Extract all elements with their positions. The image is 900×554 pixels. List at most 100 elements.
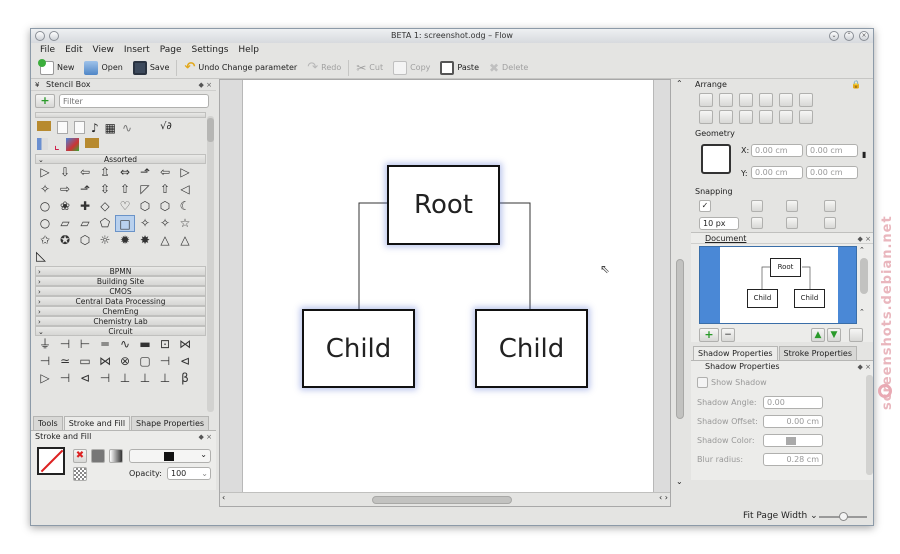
stencil-shape[interactable]: ▷ xyxy=(35,164,55,181)
circuit-shape[interactable]: ⊣ xyxy=(55,336,75,353)
save-button[interactable]: Save xyxy=(128,58,175,78)
snap-distance-field[interactable]: 10 px xyxy=(699,217,739,230)
align-right-button[interactable] xyxy=(739,93,753,107)
tab-stroke-properties[interactable]: Stroke Properties xyxy=(778,346,858,360)
circuit-shape[interactable]: ⊡ xyxy=(155,336,175,353)
pin-icon[interactable] xyxy=(49,31,59,41)
stencil-shape[interactable]: ⇔ xyxy=(115,164,135,181)
stencil-shape[interactable]: ✧ xyxy=(135,215,155,232)
window-menu-icon[interactable] xyxy=(35,31,45,41)
copy-button[interactable]: Copy xyxy=(388,58,435,78)
no-fill-button[interactable]: ✖ xyxy=(73,449,87,463)
align-top-button[interactable] xyxy=(699,110,713,124)
align-center-button[interactable] xyxy=(719,93,733,107)
dock-controls-icon[interactable]: ◆ × xyxy=(858,361,871,373)
circuit-shape[interactable]: ⊗ xyxy=(115,353,135,370)
stencil-shape[interactable]: ⇫ xyxy=(95,164,115,181)
shadow-angle-field[interactable]: 0.00 xyxy=(763,396,823,409)
stroke-fill-swatch[interactable] xyxy=(37,447,65,475)
solid-fill-button[interactable] xyxy=(91,449,105,463)
canvas-area[interactable]: Root Child Child ⇖ ‹ ‹ › xyxy=(219,79,671,507)
zoom-slider[interactable] xyxy=(819,512,867,521)
category-item[interactable]: › BPMN xyxy=(35,266,206,276)
menu-edit[interactable]: Edit xyxy=(60,43,87,57)
remove-page-button[interactable]: − xyxy=(721,328,735,342)
menu-file[interactable]: File xyxy=(35,43,60,57)
move-page-up-button[interactable]: ▲ xyxy=(811,328,825,342)
stencil-shape[interactable]: ◁ xyxy=(175,181,195,198)
width-field[interactable]: 0.00 cm xyxy=(806,144,858,157)
shadow-scrollbar[interactable] xyxy=(866,375,873,475)
category-item[interactable]: › Central Data Processing xyxy=(35,296,206,306)
category-circuit[interactable]: ⌄ Circuit xyxy=(35,326,206,336)
redo-button[interactable]: ↷ Redo xyxy=(302,58,346,78)
stencil-shape[interactable]: ⬠ xyxy=(95,215,115,232)
stencil-shape[interactable]: ⬡ xyxy=(155,198,175,215)
stencil-shape[interactable]: ⇦ xyxy=(75,164,95,181)
x-position-field[interactable]: 0.00 cm xyxy=(751,144,803,157)
stencil-shape[interactable]: ⬡ xyxy=(75,232,95,249)
group-button[interactable] xyxy=(799,93,813,107)
anchor-selector[interactable] xyxy=(701,144,731,174)
circuit-shape[interactable]: ▭ xyxy=(75,353,95,370)
menu-page[interactable]: Page xyxy=(155,43,187,57)
stencil-shape[interactable]: ✚ xyxy=(75,198,95,215)
category-item[interactable]: › Chemistry Lab xyxy=(35,316,206,326)
height-field[interactable]: 0.00 cm xyxy=(806,166,858,179)
stencil-shape[interactable]: ☆ xyxy=(175,215,195,232)
category-item[interactable]: › ChemEng xyxy=(35,306,206,316)
stencil-filter-input[interactable] xyxy=(59,94,209,108)
menu-insert[interactable]: Insert xyxy=(119,43,155,57)
stencil-shape[interactable]: ⬏ xyxy=(135,164,155,181)
lower-button[interactable] xyxy=(779,93,793,107)
stencil-shape[interactable]: ⇧ xyxy=(115,181,135,198)
paste-button[interactable]: Paste xyxy=(435,58,484,78)
stencil-shape[interactable]: △ xyxy=(155,232,175,249)
collapse-icon[interactable]: ¥ xyxy=(35,81,39,89)
snap-bounding-toggle[interactable] xyxy=(824,217,836,229)
fill-color-dropdown[interactable]: ⌄ xyxy=(129,449,211,463)
circuit-shape[interactable]: β xyxy=(175,370,195,387)
document-scrollbar[interactable]: ⌃ ⌃ xyxy=(859,246,869,324)
blur-radius-field[interactable]: 0.28 cm xyxy=(763,453,823,466)
align-left-button[interactable] xyxy=(699,93,713,107)
vertical-scrollbar[interactable]: ⌃ ⌄ xyxy=(674,79,686,507)
stencil-shape[interactable]: ♡ xyxy=(115,198,135,215)
circuit-shape[interactable]: ⊲ xyxy=(75,370,95,387)
minimize-icon[interactable]: ⌄ xyxy=(829,31,839,41)
circuit-shape[interactable]: ⏚ xyxy=(35,336,55,353)
stencil-shape[interactable]: ✧ xyxy=(35,181,55,198)
snap-grid-toggle[interactable] xyxy=(751,200,763,212)
open-button[interactable]: Open xyxy=(79,58,127,78)
circuit-shape[interactable]: ⊣ xyxy=(155,353,175,370)
new-button[interactable]: New xyxy=(35,58,79,78)
stencil-shape[interactable]: △ xyxy=(175,232,195,249)
maximize-icon[interactable]: ⌃ xyxy=(844,31,854,41)
stencil-shape[interactable]: ✹ xyxy=(115,232,135,249)
stencil-shape[interactable]: ⇦ xyxy=(155,164,175,181)
raise-button[interactable] xyxy=(759,93,773,107)
circuit-shape[interactable]: ⊥ xyxy=(135,370,155,387)
show-shadow-checkbox[interactable] xyxy=(697,377,708,388)
snap-enabled-checkbox[interactable]: ✓ xyxy=(699,200,711,212)
stencil-shape[interactable]: ⬏ xyxy=(75,181,95,198)
delete-button[interactable]: ✖ Delete xyxy=(484,58,533,78)
stencil-scrollbar[interactable] xyxy=(207,116,214,412)
stencil-shape[interactable]: ▷ xyxy=(175,164,195,181)
shadow-color-dropdown[interactable] xyxy=(763,434,823,447)
shape-right-triangle[interactable]: ◺ xyxy=(31,249,216,266)
zoom-mode-dropdown[interactable]: Fit Page Width ⌄ xyxy=(743,511,818,521)
stencil-shape[interactable]: ⇧ xyxy=(155,181,175,198)
stencil-shape[interactable]: ⬡ xyxy=(135,198,155,215)
stencil-shape[interactable]: ✧ xyxy=(155,215,175,232)
shadow-offset-field[interactable]: 0.00 cm xyxy=(763,415,823,428)
dock-controls-icon[interactable]: ◆ × xyxy=(199,431,212,443)
circuit-shape[interactable]: ═ xyxy=(95,336,115,353)
circuit-shape[interactable]: ⊥ xyxy=(155,370,175,387)
child-shape-left[interactable]: Child xyxy=(302,309,415,388)
circuit-shape[interactable]: ⋈ xyxy=(95,353,115,370)
add-stencil-button[interactable]: + xyxy=(35,94,55,108)
tab-shadow-properties[interactable]: Shadow Properties xyxy=(693,346,778,360)
stencil-shape[interactable]: ⇩ xyxy=(55,164,75,181)
send-back-button[interactable] xyxy=(779,110,793,124)
